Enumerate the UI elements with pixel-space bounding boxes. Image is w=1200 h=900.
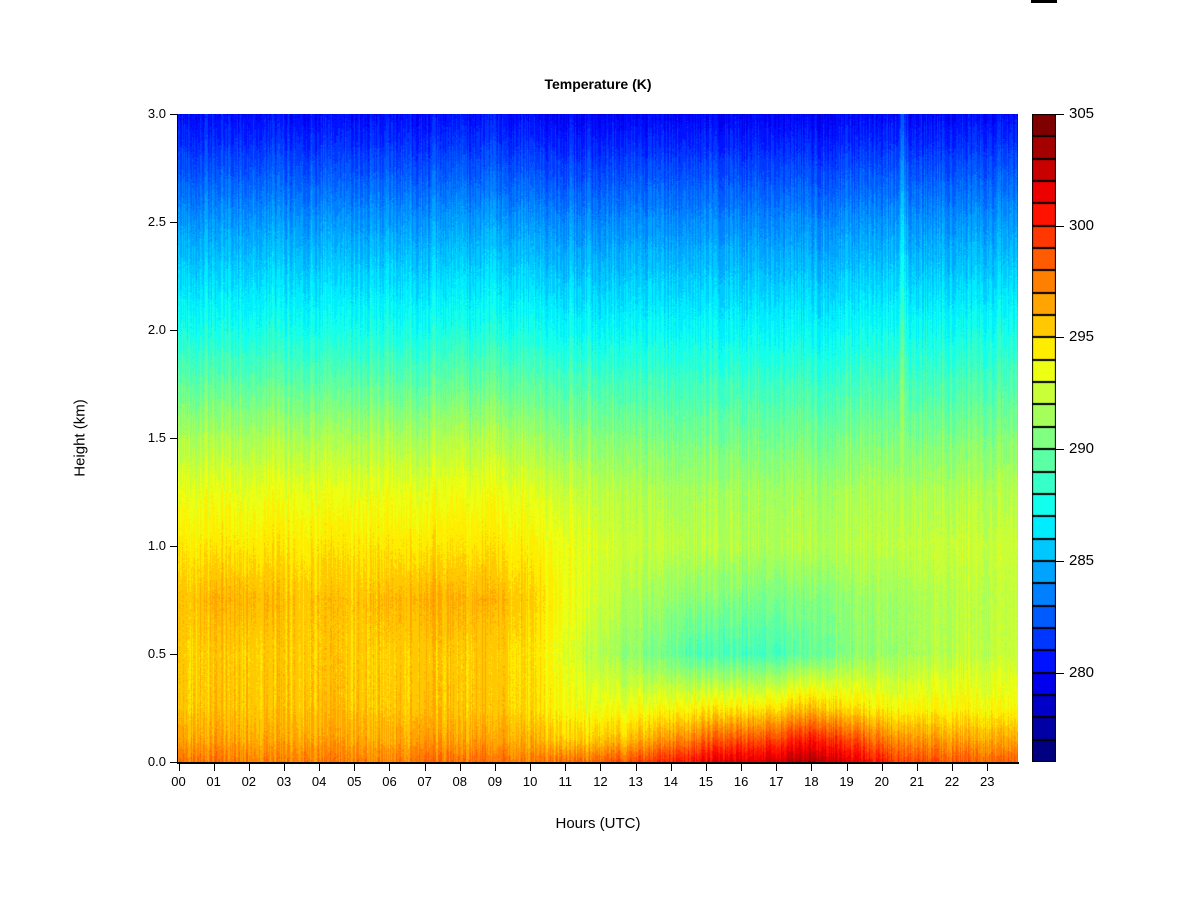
x-tick-label: 09 [488,774,502,789]
colorbar-tick-label: 290 [1069,440,1094,457]
x-tick-label: 20 [874,774,888,789]
x-tick-label: 02 [242,774,256,789]
x-tick-label: 08 [453,774,467,789]
x-tick-label: 22 [945,774,959,789]
x-tick-label: 19 [839,774,853,789]
x-tick-label: 21 [910,774,924,789]
x-tick-label: 05 [347,774,361,789]
x-tick-label: 03 [277,774,291,789]
colorbar-tick [1056,673,1064,674]
y-tick [170,762,177,763]
colorbar-tick-label: 305 [1069,105,1094,122]
y-axis-label: Height (km) [72,399,89,477]
x-tick-label: 07 [417,774,431,789]
x-tick [460,764,461,771]
y-tick-label: 3.0 [126,106,166,121]
x-tick [214,764,215,771]
x-tick-label: 17 [769,774,783,789]
heatmap-canvas [178,114,1018,762]
colorbar-tick [1056,561,1064,562]
x-tick-label: 12 [593,774,607,789]
x-axis-line [177,762,1019,764]
x-tick [952,764,953,771]
colorbar-tick [1056,449,1064,450]
x-tick [882,764,883,771]
x-tick-label: 14 [664,774,678,789]
y-tick [170,114,177,115]
x-tick [495,764,496,771]
chart-title: Temperature (K) [178,76,1018,92]
x-axis-label: Hours (UTC) [178,815,1018,832]
x-tick-label: 01 [206,774,220,789]
y-tick-label: 0.5 [126,646,166,661]
x-tick [249,764,250,771]
y-tick-label: 1.5 [126,430,166,445]
x-tick-label: 15 [699,774,713,789]
x-tick-label: 18 [804,774,818,789]
x-tick [917,764,918,771]
x-tick [319,764,320,771]
y-tick-label: 2.5 [126,214,166,229]
y-tick [170,222,177,223]
x-tick-label: 23 [980,774,994,789]
y-tick [170,654,177,655]
y-tick [170,546,177,547]
colorbar-tick-label: 280 [1069,664,1094,681]
x-tick [671,764,672,771]
x-tick [530,764,531,771]
x-tick [776,764,777,771]
x-tick [811,764,812,771]
x-tick [706,764,707,771]
x-tick-label: 10 [523,774,537,789]
x-tick-label: 11 [559,774,573,789]
colorbar-tick [1056,226,1064,227]
x-tick [179,764,180,771]
colorbar-tick [1056,114,1064,115]
y-tick-label: 0.0 [126,754,166,769]
top-edge-mark [1031,0,1057,3]
x-tick [565,764,566,771]
x-tick-label: 04 [312,774,326,789]
x-tick-label: 16 [734,774,748,789]
x-tick [389,764,390,771]
x-tick [741,764,742,771]
x-tick [354,764,355,771]
temperature-heatmap-figure: Temperature (K) 00 01 02 03 04 05 06 07 08 09 10 11… [0,0,1200,900]
x-tick [847,764,848,771]
x-tick-label: 06 [382,774,396,789]
colorbar-tick [1056,337,1064,338]
y-tick-label: 2.0 [126,322,166,337]
x-tick [284,764,285,771]
x-tick [636,764,637,771]
x-tick [425,764,426,771]
colorbar-tick-label: 295 [1069,328,1094,345]
x-tick-label: 00 [171,774,185,789]
y-tick-label: 1.0 [126,538,166,553]
x-tick [987,764,988,771]
y-tick [170,330,177,331]
colorbar-tick-label: 285 [1069,552,1094,569]
colorbar [1032,114,1056,762]
y-tick [170,438,177,439]
colorbar-tick-label: 300 [1069,217,1094,234]
x-tick-label: 13 [628,774,642,789]
y-axis-line [177,114,178,762]
x-tick [600,764,601,771]
